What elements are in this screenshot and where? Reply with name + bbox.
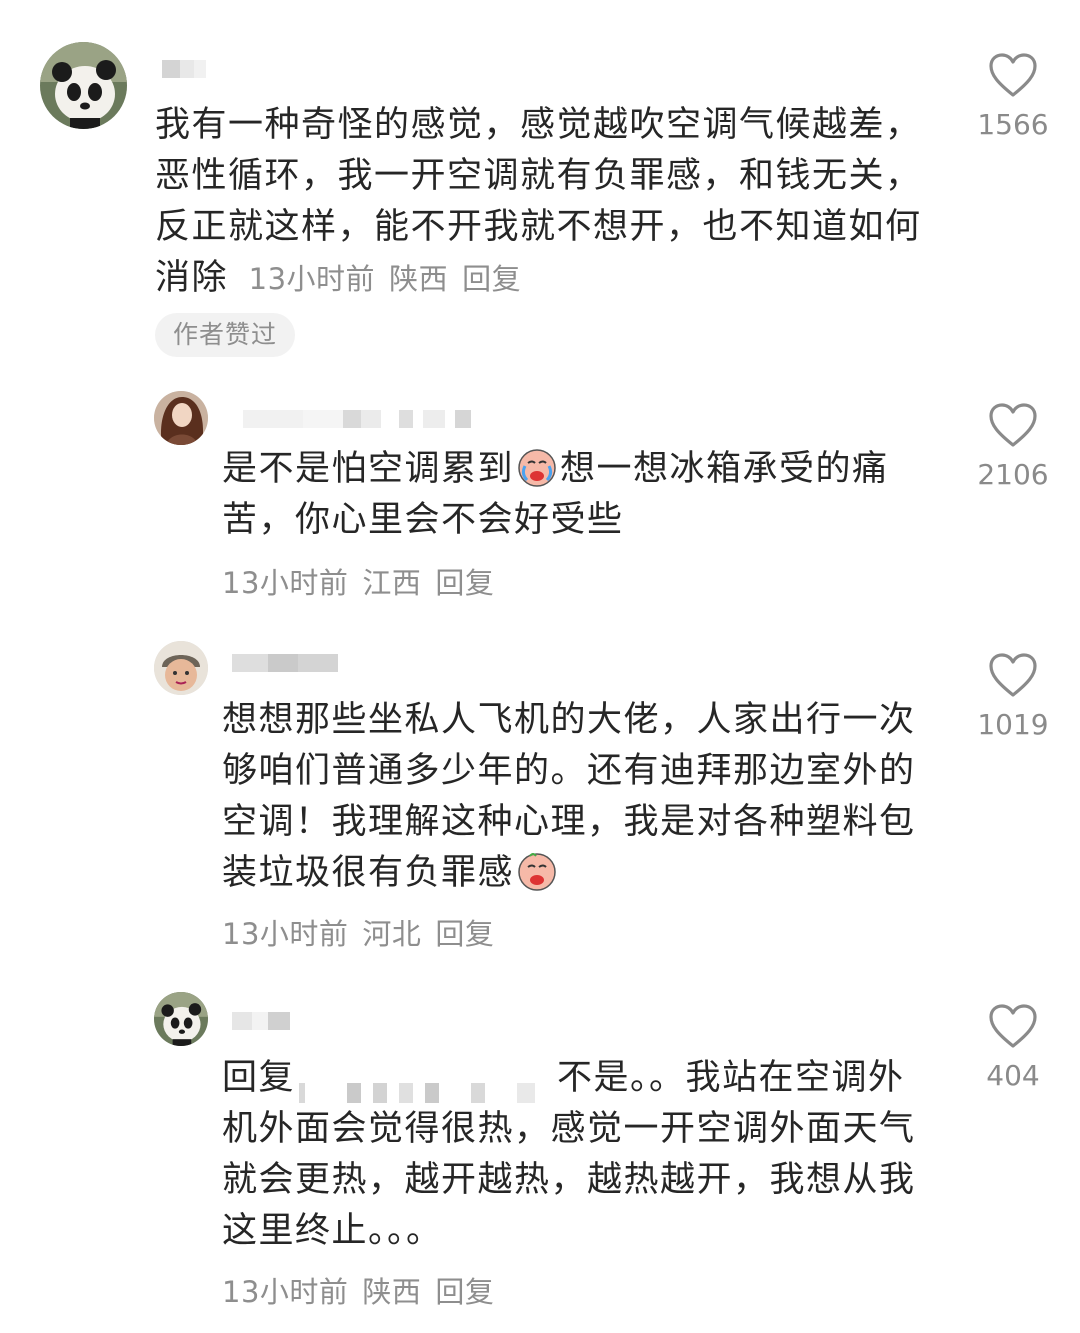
comment-location: 陕西: [389, 262, 449, 296]
child-avatar-icon[interactable]: [154, 641, 208, 695]
like-count: 1566: [977, 108, 1049, 141]
comment-list: 我有一种奇怪的感觉，感觉越吹空调气候越差，恶性循环，我一开空调就有负罪感，和钱无…: [0, 0, 1080, 1333]
comment-meta: 13小时前 河北 回复: [222, 911, 508, 953]
comment-text: 是不是怕空调累到 想一想冰箱承受的痛苦，你心里会不会好受些: [222, 444, 922, 546]
comment-time: 13小时前: [248, 262, 376, 296]
like-count: 1019: [977, 708, 1049, 741]
reply-prefix: 回复: [222, 1058, 296, 1098]
like-count: 2106: [977, 458, 1049, 491]
like-button[interactable]: 1566: [958, 52, 1068, 141]
crying-emoji-icon: [518, 449, 556, 487]
comment-time: 13小时前: [222, 917, 349, 951]
comment-text: 想想那些坐私人飞机的大佬，人家出行一次够咱们普通多少年的。还有迪拜那边室外的空调…: [222, 695, 922, 899]
comment-time: 13小时前: [222, 566, 349, 600]
comment-location: 江西: [362, 566, 422, 600]
woman-avatar-icon[interactable]: [154, 391, 208, 445]
panda-avatar-icon[interactable]: [40, 42, 127, 129]
username-blurred[interactable]: [243, 408, 471, 430]
heart-icon: [989, 653, 1037, 697]
like-count: 404: [986, 1059, 1040, 1092]
panda-avatar-icon[interactable]: [154, 992, 208, 1046]
comment-meta: 13小时前 陕西 回复: [249, 262, 535, 296]
reply-button[interactable]: 回复: [462, 262, 521, 296]
comment-meta: 13小时前 江西 回复: [222, 560, 508, 602]
username-blurred[interactable]: [232, 652, 338, 674]
reply-button[interactable]: 回复: [435, 1275, 494, 1309]
comment-location: 陕西: [362, 1275, 422, 1309]
mentioned-user-blurred[interactable]: [295, 1067, 547, 1103]
reply-button[interactable]: 回复: [435, 917, 494, 951]
like-button[interactable]: 1019: [958, 652, 1068, 741]
crying-emoji-icon: [518, 853, 556, 891]
username-blurred[interactable]: [232, 1010, 290, 1032]
heart-icon: [989, 1004, 1037, 1048]
heart-icon: [989, 403, 1037, 447]
username-blurred[interactable]: [162, 58, 206, 80]
comment-meta: 13小时前 陕西 回复: [222, 1269, 508, 1311]
comment-body: 是不是怕空调累到: [222, 449, 515, 489]
author-liked-badge: 作者赞过: [155, 313, 296, 357]
comment-text: 回复 不是。。我站在空调外机外面会觉得很热，感觉一开空调外面天气就会更热，越开越热…: [222, 1053, 932, 1257]
heart-icon: [989, 53, 1037, 97]
comment-text: 我有一种奇怪的感觉，感觉越吹空调气候越差，恶性循环，我一开空调就有负罪感，和钱无…: [155, 100, 925, 305]
comment-body: 想想那些坐私人飞机的大佬，人家出行一次够咱们普通多少年的。还有迪拜那边室外的空调…: [222, 700, 916, 893]
reply-button[interactable]: 回复: [435, 566, 494, 600]
comment-time: 13小时前: [222, 1275, 349, 1309]
like-button[interactable]: 2106: [958, 402, 1068, 491]
like-button[interactable]: 404: [958, 1003, 1068, 1092]
comment-location: 河北: [362, 917, 422, 951]
